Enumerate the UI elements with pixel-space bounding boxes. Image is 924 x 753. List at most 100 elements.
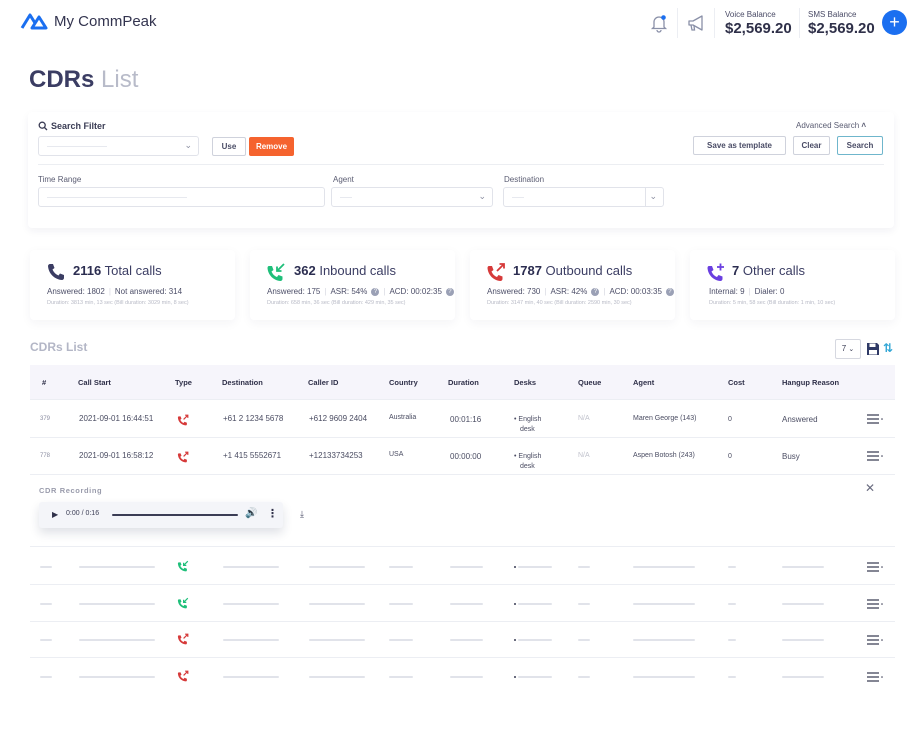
volume-icon[interactable]: 🔊 — [245, 508, 257, 519]
help-icon[interactable]: ? — [371, 287, 380, 296]
saved-filter-select[interactable]: ⌄ — [38, 136, 199, 156]
close-icon[interactable]: ✕ — [865, 481, 875, 495]
internal-count: Internal: 9 — [709, 287, 745, 296]
destination: +1 415 5552671 — [223, 451, 282, 460]
top-bar: My CommPeak Voice Balance $2,569.20 SMS … — [0, 0, 924, 48]
destination: +61 2 1234 5678 — [223, 414, 284, 423]
column-header[interactable]: # — [42, 378, 46, 387]
call-start: 2021-09-01 16:58:12 — [79, 451, 154, 460]
destination-label: Destination — [504, 175, 545, 184]
desk-bullet — [514, 676, 516, 678]
stat-details: Internal: 9 | Dialer: 0 — [709, 287, 785, 296]
chevron-down-icon: ⌄ — [184, 140, 192, 150]
header-divider — [799, 8, 800, 38]
placeholder-line — [512, 197, 524, 198]
table-row-placeholder[interactable] — [30, 548, 895, 585]
placeholder-line — [578, 566, 590, 568]
advanced-search-label: Advanced Search — [796, 121, 860, 130]
table-header: # Call Start Type Destination Caller ID … — [30, 365, 895, 400]
page-size-value: 7 — [841, 344, 847, 353]
logo[interactable]: My CommPeak — [20, 11, 157, 31]
column-header[interactable]: Agent — [633, 378, 654, 387]
page-title: CDRs List — [29, 66, 138, 94]
outbound-call-icon — [177, 451, 189, 463]
play-icon[interactable]: ▶ — [52, 510, 58, 519]
advanced-search-toggle[interactable]: Advanced Search ˄ — [796, 121, 866, 130]
placeholder-line — [79, 676, 155, 678]
destination-select[interactable]: ⌄ — [503, 187, 664, 207]
save-icon[interactable] — [866, 342, 880, 356]
help-icon[interactable]: ? — [591, 287, 600, 296]
column-header[interactable]: Hangup Reason — [782, 378, 839, 387]
placeholder-line — [309, 639, 365, 641]
placeholder-line — [450, 676, 483, 678]
table-row[interactable]: 778 2021-09-01 16:58:12 +1 415 5552671 +… — [30, 438, 895, 475]
placeholder-line — [578, 603, 590, 605]
column-header[interactable]: Caller ID — [308, 378, 338, 387]
duration: 00:00:00 — [450, 452, 482, 461]
megaphone-icon[interactable] — [686, 12, 708, 34]
search-button[interactable]: Search — [837, 136, 883, 155]
header-divider — [677, 8, 678, 38]
placeholder-line — [633, 603, 695, 605]
header-divider — [714, 8, 715, 38]
column-header[interactable]: Duration — [448, 378, 479, 387]
placeholder-line — [309, 603, 365, 605]
seek-bar[interactable] — [112, 514, 238, 516]
audio-player[interactable]: ▶ 0:00 / 0:16 🔊 ⋮ — [39, 502, 283, 528]
acd-value: ACD: 00:02:35 — [389, 287, 442, 296]
answered-count: Answered: 175 — [267, 287, 321, 296]
column-header[interactable]: Cost — [728, 378, 745, 387]
help-icon[interactable]: ? — [665, 287, 674, 296]
asr-value: ASR: 54% — [330, 287, 368, 296]
more-options-icon[interactable]: ⋮ — [267, 507, 278, 520]
placeholder-line — [633, 566, 695, 568]
caller-id: +12133734253 — [309, 451, 363, 460]
row-menu-icon[interactable] — [867, 635, 885, 645]
bell-icon[interactable] — [648, 12, 670, 34]
save-as-template-button[interactable]: Save as template — [693, 136, 786, 155]
time-range-input[interactable] — [38, 187, 325, 207]
answered-count: Answered: 730 — [487, 287, 541, 296]
sort-icon[interactable]: ⇅ — [883, 341, 893, 355]
agent-select[interactable]: ⌄ — [331, 187, 493, 207]
column-header[interactable]: Call Start — [78, 378, 111, 387]
column-header[interactable]: Type — [175, 378, 192, 387]
use-button[interactable]: Use — [212, 137, 246, 156]
placeholder-line — [518, 603, 552, 605]
row-menu-icon[interactable] — [867, 451, 885, 461]
stat-title: 362 Inbound calls — [294, 263, 396, 278]
desk: • English desk — [514, 452, 541, 472]
placeholder-line — [450, 603, 483, 605]
row-menu-icon[interactable] — [867, 562, 885, 572]
column-header[interactable]: Destination — [222, 378, 263, 387]
add-button[interactable]: + — [882, 10, 907, 35]
phone-plus-icon — [707, 263, 724, 281]
download-icon[interactable]: ⤓ — [300, 509, 304, 520]
placeholder-line — [40, 603, 52, 605]
placeholder-line — [389, 639, 413, 641]
column-header[interactable]: Desks — [514, 378, 536, 387]
queue: N/A — [578, 452, 590, 459]
desk-name: • English — [514, 453, 542, 460]
column-header[interactable]: Queue — [578, 378, 601, 387]
placeholder-line — [728, 639, 736, 641]
cost: 0 — [728, 416, 732, 423]
row-menu-icon[interactable] — [867, 599, 885, 609]
commpeak-logo-icon — [20, 13, 48, 30]
help-icon[interactable]: ? — [445, 287, 454, 296]
table-row-placeholder[interactable] — [30, 658, 895, 695]
remove-button[interactable]: Remove — [249, 137, 294, 156]
row-menu-icon[interactable] — [867, 414, 885, 424]
clear-button[interactable]: Clear — [793, 136, 830, 155]
page-size-select[interactable]: 7 ⌄ — [835, 339, 861, 359]
row-menu-icon[interactable] — [867, 672, 885, 682]
asr-value: ASR: 42% — [550, 287, 588, 296]
table-row[interactable]: 379 2021-09-01 16:44:51 +61 2 1234 5678 … — [30, 401, 895, 438]
queue: N/A — [578, 415, 590, 422]
column-header[interactable]: Country — [389, 378, 418, 387]
table-row-placeholder[interactable] — [30, 585, 895, 622]
agent-label: Agent — [333, 175, 354, 184]
table-row-placeholder[interactable] — [30, 621, 895, 658]
placeholder-line — [223, 639, 279, 641]
